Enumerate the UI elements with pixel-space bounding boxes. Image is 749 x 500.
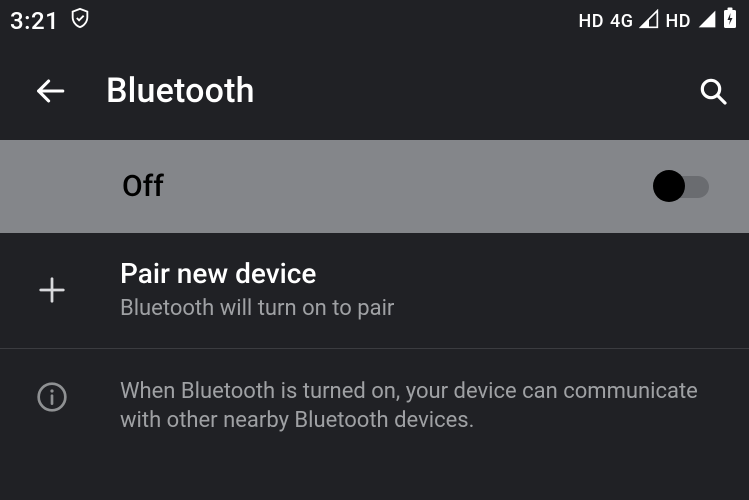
bluetooth-state-label: Off [122,169,164,204]
status-time: 3:21 [10,7,59,35]
status-left: 3:21 [10,7,91,35]
hd-indicator: HD [578,11,604,32]
info-text-wrap: When Bluetooth is turned on, your device… [120,377,717,436]
pair-title: Pair new device [120,257,717,290]
arrow-left-icon [33,74,67,108]
pair-subtitle: Bluetooth will turn on to pair [120,294,717,324]
status-bar: 3:21 HD 4G HD [0,0,749,42]
plus-icon [32,275,72,305]
page-title: Bluetooth [106,71,657,111]
bluetooth-info-text: When Bluetooth is turned on, your device… [120,377,717,436]
hd-indicator-2: HD [665,11,691,32]
signal-icon-2 [697,7,717,35]
battery-icon [723,7,737,35]
app-bar: Bluetooth [0,42,749,140]
bluetooth-info-row: When Bluetooth is turned on, your device… [0,348,749,464]
bluetooth-toggle-switch[interactable] [655,176,709,198]
status-right: HD 4G HD [578,7,737,35]
info-icon [32,377,72,413]
signal-icon [639,7,659,35]
back-button[interactable] [32,73,68,109]
shield-icon [69,7,91,35]
search-icon [697,75,729,107]
pair-text-wrap: Pair new device Bluetooth will turn on t… [120,257,717,324]
network-type-label: 4G [610,11,634,32]
toggle-thumb [653,170,685,202]
pair-new-device-row[interactable]: Pair new device Bluetooth will turn on t… [0,233,749,348]
bluetooth-toggle-row[interactable]: Off [0,140,749,233]
search-button[interactable] [695,73,731,109]
